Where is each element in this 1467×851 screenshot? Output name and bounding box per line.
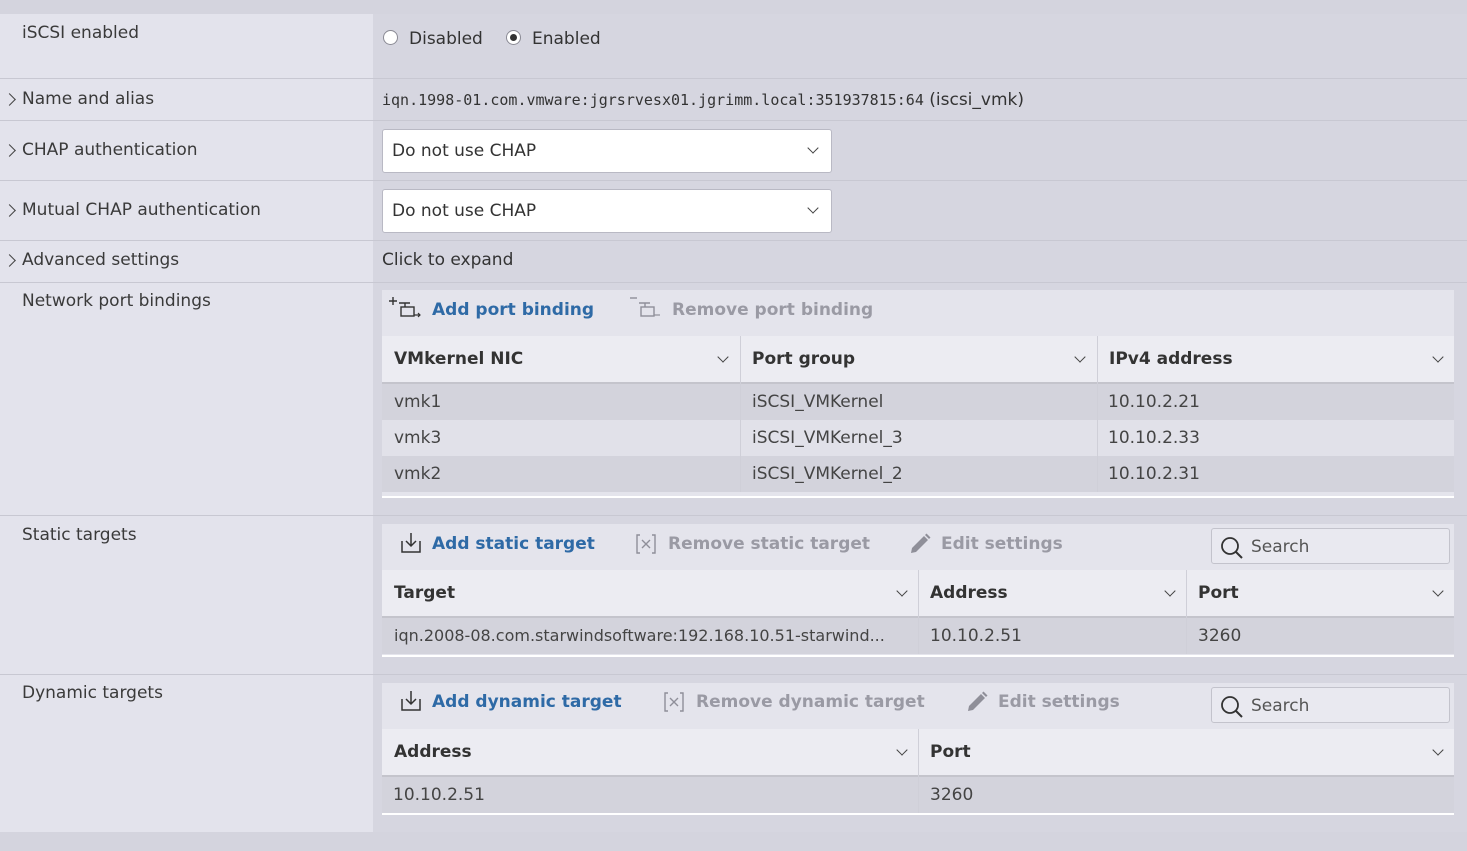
column-header-address[interactable]: Address bbox=[930, 583, 1008, 603]
chap-select-value: Do not use CHAP bbox=[392, 141, 537, 161]
table-row[interactable]: vmk1 iSCSI_VMKernel 10.10.2.21 bbox=[382, 384, 1454, 420]
bottom-band bbox=[0, 832, 1467, 851]
disabled-radio[interactable] bbox=[383, 30, 398, 45]
search-input[interactable]: Search bbox=[1211, 528, 1450, 564]
add-port-binding-icon bbox=[389, 297, 421, 318]
column-divider bbox=[1186, 570, 1187, 654]
vmkernel-nic-cell: vmk1 bbox=[394, 392, 442, 412]
row-divider bbox=[0, 78, 1467, 79]
port-group-cell: iSCSI_VMKernel_2 bbox=[752, 464, 903, 484]
table-row[interactable]: vmk2 iSCSI_VMKernel_2 10.10.2.31 bbox=[382, 456, 1454, 492]
chevron-down-icon bbox=[807, 142, 819, 154]
iqn-name: iqn.1998-01.com.vmware:jgrsrvesx01.jgrim… bbox=[382, 91, 924, 109]
add-static-target-button[interactable]: Add static target bbox=[432, 534, 595, 554]
remove-icon bbox=[636, 534, 656, 554]
add-dynamic-target-button[interactable]: Add dynamic target bbox=[432, 692, 622, 712]
column-header-port[interactable]: Port bbox=[930, 742, 971, 762]
edit-settings-button[interactable]: Edit settings bbox=[941, 534, 1063, 554]
chevron-down-icon[interactable] bbox=[896, 744, 908, 756]
dynamic-targets-panel: Add dynamic target Remove dynamic target… bbox=[382, 683, 1454, 815]
port-group-cell: iSCSI_VMKernel_3 bbox=[752, 428, 903, 448]
chevron-down-icon[interactable] bbox=[1432, 744, 1444, 756]
add-port-binding-button[interactable]: Add port binding bbox=[432, 300, 594, 320]
chevron-down-icon bbox=[807, 202, 819, 214]
remove-static-target-button[interactable]: Remove static target bbox=[668, 534, 870, 554]
ipv4-address-cell: 10.10.2.31 bbox=[1108, 464, 1200, 484]
column-header-ipv4-address[interactable]: IPv4 address bbox=[1109, 349, 1233, 369]
row-divider bbox=[0, 282, 1467, 283]
static-targets-label: Static targets bbox=[22, 525, 137, 545]
mutual-chap-select-value: Do not use CHAP bbox=[392, 201, 537, 221]
port-cell: 3260 bbox=[930, 785, 974, 805]
search-icon bbox=[1221, 537, 1243, 559]
search-input[interactable]: Search bbox=[1211, 687, 1450, 723]
top-band bbox=[0, 0, 1467, 14]
label-column bbox=[0, 14, 373, 832]
iqn-alias: (iscsi_vmk) bbox=[929, 90, 1025, 110]
chevron-down-icon[interactable] bbox=[1432, 585, 1444, 597]
column-header-target[interactable]: Target bbox=[394, 583, 455, 603]
column-header-vmkernel-nic[interactable]: VMkernel NIC bbox=[394, 349, 523, 369]
remove-icon bbox=[664, 692, 684, 712]
chevron-down-icon[interactable] bbox=[896, 585, 908, 597]
row-divider bbox=[0, 515, 1467, 516]
port-bindings-label: Network port bindings bbox=[22, 291, 211, 311]
chevron-down-icon[interactable] bbox=[717, 351, 729, 363]
advanced-settings-value[interactable]: Click to expand bbox=[382, 250, 513, 270]
mutual-chap-select[interactable]: Do not use CHAP bbox=[382, 189, 832, 233]
edit-settings-button[interactable]: Edit settings bbox=[998, 692, 1120, 712]
enabled-radio[interactable] bbox=[506, 30, 521, 45]
address-cell: 10.10.2.51 bbox=[393, 785, 485, 805]
iscsi-enabled-label: iSCSI enabled bbox=[22, 23, 140, 43]
column-divider bbox=[918, 729, 919, 813]
iqn-value: iqn.1998-01.com.vmware:jgrsrvesx01.jgrim… bbox=[382, 90, 1024, 110]
enabled-radio-label[interactable]: Enabled bbox=[532, 29, 601, 49]
advanced-settings-label[interactable]: Advanced settings bbox=[22, 250, 179, 270]
pencil-icon bbox=[968, 691, 988, 711]
row-divider bbox=[0, 240, 1467, 241]
mutual-chap-label[interactable]: Mutual CHAP authentication bbox=[22, 200, 261, 220]
dynamic-targets-label: Dynamic targets bbox=[22, 683, 163, 703]
chevron-down-icon[interactable] bbox=[1164, 585, 1176, 597]
chevron-down-icon[interactable] bbox=[1074, 351, 1086, 363]
remove-port-binding-icon bbox=[630, 297, 660, 317]
port-bindings-panel: Add port binding Remove port binding VMk… bbox=[382, 290, 1454, 498]
port-cell: 3260 bbox=[1198, 626, 1242, 646]
pencil-icon bbox=[911, 533, 931, 553]
search-icon bbox=[1221, 696, 1243, 718]
download-icon bbox=[401, 533, 421, 553]
vmkernel-nic-cell: vmk2 bbox=[394, 464, 442, 484]
column-divider bbox=[740, 336, 741, 492]
column-divider bbox=[918, 570, 919, 654]
port-group-cell: iSCSI_VMKernel bbox=[752, 392, 884, 412]
column-header-port-group[interactable]: Port group bbox=[752, 349, 855, 369]
row-divider bbox=[0, 180, 1467, 181]
chevron-down-icon[interactable] bbox=[1432, 351, 1444, 363]
static-targets-panel: Add static target Remove static target E… bbox=[382, 524, 1454, 657]
row-divider bbox=[0, 120, 1467, 121]
ipv4-address-cell: 10.10.2.33 bbox=[1108, 428, 1200, 448]
download-icon bbox=[401, 691, 421, 711]
row-divider bbox=[0, 674, 1467, 675]
chap-select[interactable]: Do not use CHAP bbox=[382, 129, 832, 173]
search-placeholder: Search bbox=[1251, 537, 1310, 557]
disabled-radio-label[interactable]: Disabled bbox=[409, 29, 483, 49]
remove-port-binding-button[interactable]: Remove port binding bbox=[672, 300, 873, 320]
port-bindings-header: VMkernel NIC Port group IPv4 address bbox=[382, 336, 1454, 384]
chap-label[interactable]: CHAP authentication bbox=[22, 140, 198, 160]
target-cell: iqn.2008-08.com.starwindsoftware:192.168… bbox=[394, 626, 885, 645]
name-alias-label[interactable]: Name and alias bbox=[22, 89, 154, 109]
table-row[interactable]: vmk3 iSCSI_VMKernel_3 10.10.2.33 bbox=[382, 420, 1454, 456]
ipv4-address-cell: 10.10.2.21 bbox=[1108, 392, 1200, 412]
remove-dynamic-target-button[interactable]: Remove dynamic target bbox=[696, 692, 925, 712]
column-header-address[interactable]: Address bbox=[394, 742, 472, 762]
search-placeholder: Search bbox=[1251, 696, 1310, 716]
column-divider bbox=[1097, 336, 1098, 492]
column-header-port[interactable]: Port bbox=[1198, 583, 1239, 603]
address-cell: 10.10.2.51 bbox=[930, 626, 1022, 646]
vmkernel-nic-cell: vmk3 bbox=[394, 428, 442, 448]
